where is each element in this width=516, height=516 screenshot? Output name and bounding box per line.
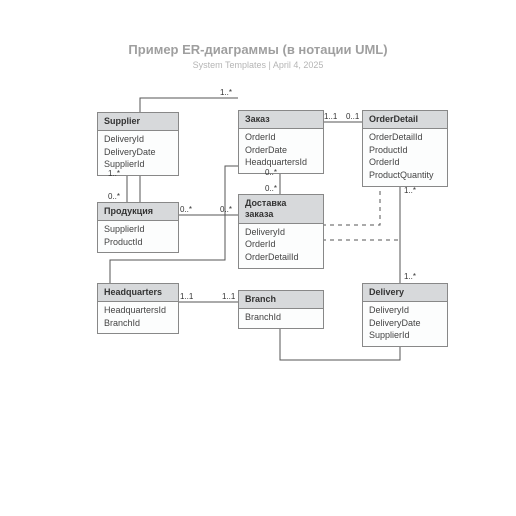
mult-label: 0..* xyxy=(265,184,277,193)
entity-attr: DeliveryDate xyxy=(369,317,441,330)
entity-attr: BranchId xyxy=(245,311,317,324)
mult-label: 1..* xyxy=(404,272,416,281)
mult-label: 1..1 xyxy=(324,112,337,121)
mult-label: 0..1 xyxy=(346,112,359,121)
entity-attr: ProductId xyxy=(369,144,441,157)
entity-attr: OrderId xyxy=(369,156,441,169)
entity-attr: DeliveryId xyxy=(104,133,172,146)
entity-attr: OrderDetailId xyxy=(245,251,317,264)
mult-label: 1..1 xyxy=(180,292,193,301)
entity-attr: ProductQuantity xyxy=(369,169,441,182)
entity-attr: SupplierId xyxy=(369,329,441,342)
entity-order-header: Заказ xyxy=(239,111,323,129)
entity-attr: HeadquartersId xyxy=(245,156,317,169)
mult-label: 1..* xyxy=(404,186,416,195)
entity-delivery: Delivery DeliveryId DeliveryDate Supplie… xyxy=(362,283,448,347)
mult-label: 0..* xyxy=(180,205,192,214)
entity-branch-header: Branch xyxy=(239,291,323,309)
entity-product: Продукция SupplierId ProductId xyxy=(97,202,179,253)
entity-attr: OrderId xyxy=(245,131,317,144)
entity-attr: OrderId xyxy=(245,238,317,251)
mult-label: 0..* xyxy=(108,192,120,201)
mult-label: 1..1 xyxy=(222,292,235,301)
entity-attr: DeliveryId xyxy=(369,304,441,317)
entity-attr: HeadquartersId xyxy=(104,304,172,317)
entity-attr: ProductId xyxy=(104,236,172,249)
mult-label: 1..* xyxy=(108,169,120,178)
entity-attr: OrderDetailId xyxy=(369,131,441,144)
entity-hq: Headquarters HeadquartersId BranchId xyxy=(97,283,179,334)
diagram-canvas: Supplier DeliveryId DeliveryDate Supplie… xyxy=(0,0,516,516)
entity-attr: BranchId xyxy=(104,317,172,330)
entity-attr: OrderDate xyxy=(245,144,317,157)
entity-attr: SupplierId xyxy=(104,223,172,236)
entity-hq-header: Headquarters xyxy=(98,284,178,302)
entity-supplier: Supplier DeliveryId DeliveryDate Supplie… xyxy=(97,112,179,176)
entity-supplier-header: Supplier xyxy=(98,113,178,131)
entity-attr: DeliveryDate xyxy=(104,146,172,159)
entity-product-header: Продукция xyxy=(98,203,178,221)
mult-label: 0..* xyxy=(265,168,277,177)
entity-branch: Branch BranchId xyxy=(238,290,324,329)
entity-attr: DeliveryId xyxy=(245,226,317,239)
entity-delivery-header: Delivery xyxy=(363,284,447,302)
mult-label: 0..* xyxy=(220,205,232,214)
entity-order: Заказ OrderId OrderDate HeadquartersId xyxy=(238,110,324,174)
entity-order-detail-header: OrderDetail xyxy=(363,111,447,129)
entity-order-delivery: Доставка заказа DeliveryId OrderId Order… xyxy=(238,194,324,269)
entity-order-delivery-header: Доставка заказа xyxy=(239,195,323,224)
mult-label: 1..* xyxy=(220,88,232,97)
entity-order-detail: OrderDetail OrderDetailId ProductId Orde… xyxy=(362,110,448,187)
